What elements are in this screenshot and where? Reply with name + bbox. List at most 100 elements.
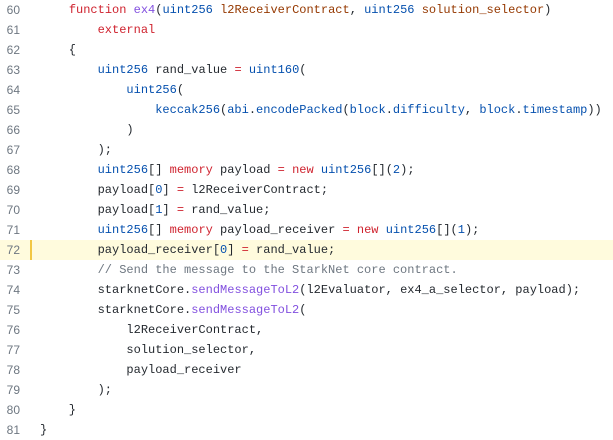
code-text-token: payload[ <box>40 183 156 197</box>
line-code: // Send the message to the StarkNet core… <box>40 260 458 280</box>
line-number[interactable]: 62 <box>0 40 20 60</box>
code-line: 64 uint256( <box>0 80 613 100</box>
type-token: uint256 <box>97 163 149 177</box>
code-line-highlighted: 72 payload_receiver[0] = rand_value; <box>0 240 613 260</box>
line-number[interactable]: 71 <box>0 220 20 240</box>
line-code: ) <box>40 120 134 140</box>
line-number[interactable]: 65 <box>0 100 20 120</box>
type-token: uint256 <box>97 63 149 77</box>
line-number[interactable]: 72 <box>0 240 20 260</box>
parameter-token: solution_selector <box>421 3 545 17</box>
keyword-token: external <box>97 23 156 37</box>
code-text-token: l2ReceiverContract, <box>40 323 264 337</box>
code-text-token: l2ReceiverContract; <box>184 183 329 197</box>
line-number[interactable]: 61 <box>0 20 20 40</box>
line-number[interactable]: 70 <box>0 200 20 220</box>
code-line: 80 } <box>0 400 613 420</box>
operator-token: = <box>241 243 249 257</box>
identifier-token: block <box>479 103 516 117</box>
type-token: keccak256 <box>155 103 221 117</box>
function-name-token: ex4 <box>133 3 156 17</box>
code-text-token: )) <box>587 103 602 117</box>
line-code: payload_receiver <box>40 360 241 380</box>
code-text-token: ] <box>162 203 177 217</box>
code-line: 74 starknetCore.sendMessageToL2(l2Evalua… <box>0 280 613 300</box>
type-token: uint256 <box>97 223 149 237</box>
line-number[interactable]: 77 <box>0 340 20 360</box>
code-text-token: rand_value; <box>248 243 336 257</box>
code-text-token: } <box>40 423 48 437</box>
line-code: function ex4(uint256 l2ReceiverContract,… <box>40 0 552 20</box>
code-line: 68 uint256[] memory payload = new uint25… <box>0 160 613 180</box>
code-text-token: [] <box>148 163 170 177</box>
code-text-token: { <box>40 43 77 57</box>
line-code: external <box>40 20 156 40</box>
code-text-token: ) <box>40 123 134 137</box>
line-code: { <box>40 40 76 60</box>
code-text-token: . <box>248 103 257 117</box>
line-number[interactable]: 69 <box>0 180 20 200</box>
code-text-token: starknetCore. <box>40 283 192 297</box>
code-line: 63 uint256 rand_value = uint160( <box>0 60 613 80</box>
line-number[interactable]: 66 <box>0 120 20 140</box>
line-number[interactable]: 79 <box>0 380 20 400</box>
code-line: 65 keccak256(abi.encodePacked(block.diff… <box>0 100 613 120</box>
line-code: } <box>40 400 76 420</box>
function-name-token: sendMessageToL2 <box>191 303 300 317</box>
code-text-token: payload_receiver[ <box>40 243 221 257</box>
identifier-token: timestamp <box>522 103 588 117</box>
line-number[interactable]: 74 <box>0 280 20 300</box>
code-line: 60 function ex4(uint256 l2ReceiverContra… <box>0 0 613 20</box>
operator-token: = <box>342 223 350 237</box>
line-number[interactable]: 75 <box>0 300 20 320</box>
parameter-token: l2ReceiverContract <box>220 3 350 17</box>
line-number[interactable]: 81 <box>0 420 20 440</box>
code-text-token: ( <box>176 83 185 97</box>
code-text-token: starknetCore. <box>40 303 192 317</box>
type-token: uint256 <box>320 163 372 177</box>
keyword-token: memory <box>169 223 213 237</box>
code-text-token: , <box>349 3 365 17</box>
line-number[interactable]: 60 <box>0 0 20 20</box>
line-code: l2ReceiverContract, <box>40 320 263 340</box>
code-text-token: solution_selector, <box>40 343 257 357</box>
line-number[interactable]: 73 <box>0 260 20 280</box>
line-code: payload[0] = l2ReceiverContract; <box>40 180 328 200</box>
type-token: uint256 <box>364 3 415 17</box>
line-code: uint256[] memory payload = new uint256[]… <box>40 160 415 180</box>
function-name-token: sendMessageToL2 <box>191 283 300 297</box>
line-number[interactable]: 68 <box>0 160 20 180</box>
code-viewer: 60 function ex4(uint256 l2ReceiverContra… <box>0 0 613 440</box>
code-text-token: ) <box>544 3 552 17</box>
keyword-token: function <box>68 3 127 17</box>
code-text-token: rand_value; <box>184 203 271 217</box>
code-text-token: } <box>40 403 77 417</box>
type-token: uint256 <box>162 3 213 17</box>
code-text-token: ] <box>162 183 177 197</box>
code-text-token: . <box>515 103 523 117</box>
line-code: payload[1] = rand_value; <box>40 200 271 220</box>
line-code: uint256 rand_value = uint160( <box>40 60 307 80</box>
line-number[interactable]: 78 <box>0 360 20 380</box>
line-number[interactable]: 80 <box>0 400 20 420</box>
code-text-token: ( <box>299 63 307 77</box>
line-number[interactable]: 64 <box>0 80 20 100</box>
line-code: starknetCore.sendMessageToL2(l2Evaluator… <box>40 280 581 300</box>
line-number[interactable]: 76 <box>0 320 20 340</box>
code-line: 76 l2ReceiverContract, <box>0 320 613 340</box>
code-text-token: ] <box>227 243 242 257</box>
line-number[interactable]: 67 <box>0 140 20 160</box>
code-text-token: (l2Evaluator, ex4_a_selector, payload); <box>299 283 581 297</box>
identifier-token: block <box>349 103 386 117</box>
code-line: 75 starknetCore.sendMessageToL2( <box>0 300 613 320</box>
line-code: uint256( <box>40 80 184 100</box>
code-text-token: []( <box>436 223 458 237</box>
line-number[interactable]: 63 <box>0 60 20 80</box>
